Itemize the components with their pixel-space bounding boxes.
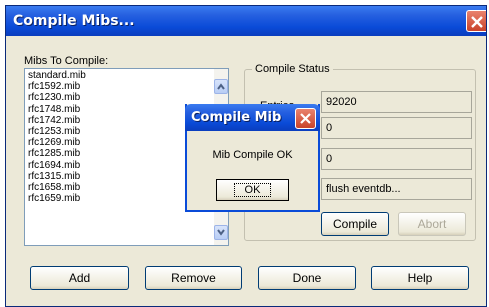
- window-title: Compile Mibs...: [13, 13, 135, 29]
- compile-button[interactable]: Compile: [321, 212, 389, 236]
- list-item[interactable]: rfc1658.mib: [28, 182, 86, 193]
- compile-status-legend: Compile Status: [252, 63, 333, 75]
- window-titlebar[interactable]: Compile Mibs...: [6, 6, 486, 36]
- list-item[interactable]: rfc1742.mib: [28, 115, 86, 126]
- scroll-down-button[interactable]: [214, 225, 228, 240]
- close-icon: [300, 113, 311, 124]
- window-close-button[interactable]: [466, 10, 486, 32]
- list-item[interactable]: rfc1269.mib: [28, 137, 86, 148]
- list-item[interactable]: rfc1230.mib: [28, 92, 86, 103]
- status-field-3: 0: [321, 148, 472, 170]
- status-field-4: flush eventdb...: [321, 178, 472, 200]
- dialog-close-button[interactable]: [295, 108, 316, 129]
- add-button[interactable]: Add: [30, 266, 129, 290]
- list-item[interactable]: rfc1315.mib: [28, 171, 86, 182]
- list-item[interactable]: rfc1694.mib: [28, 160, 86, 171]
- ok-button[interactable]: OK: [216, 179, 289, 201]
- list-item[interactable]: rfc1592.mib: [28, 81, 86, 92]
- dialog-titlebar[interactable]: Compile Mib: [185, 104, 320, 131]
- close-icon: [471, 16, 483, 28]
- dialog-message: Mib Compile OK: [212, 149, 293, 161]
- mib-list: standard.mib rfc1592.mib rfc1230.mib rfc174…: [28, 70, 86, 204]
- compile-mib-dialog: Compile Mib Mib Compile OK OK: [185, 104, 320, 212]
- scroll-up-button[interactable]: [214, 79, 228, 94]
- dialog-title: Compile Mib: [191, 110, 282, 125]
- help-button[interactable]: Help: [371, 266, 469, 290]
- list-item[interactable]: standard.mib: [28, 70, 86, 81]
- list-item[interactable]: rfc1659.mib: [28, 193, 86, 204]
- remove-button[interactable]: Remove: [145, 266, 242, 290]
- abort-button[interactable]: Abort: [398, 212, 466, 236]
- list-item[interactable]: rfc1748.mib: [28, 104, 86, 115]
- done-button[interactable]: Done: [258, 266, 356, 290]
- chevron-down-icon: [217, 229, 225, 236]
- chevron-up-icon: [217, 83, 225, 90]
- status-field-2: 0: [321, 117, 472, 139]
- status-field-entries: 92020: [321, 91, 472, 113]
- list-item[interactable]: rfc1285.mib: [28, 148, 86, 159]
- mibs-to-compile-label: Mibs To Compile:: [24, 55, 109, 67]
- list-item[interactable]: rfc1253.mib: [28, 126, 86, 137]
- ok-label: OK: [233, 183, 272, 197]
